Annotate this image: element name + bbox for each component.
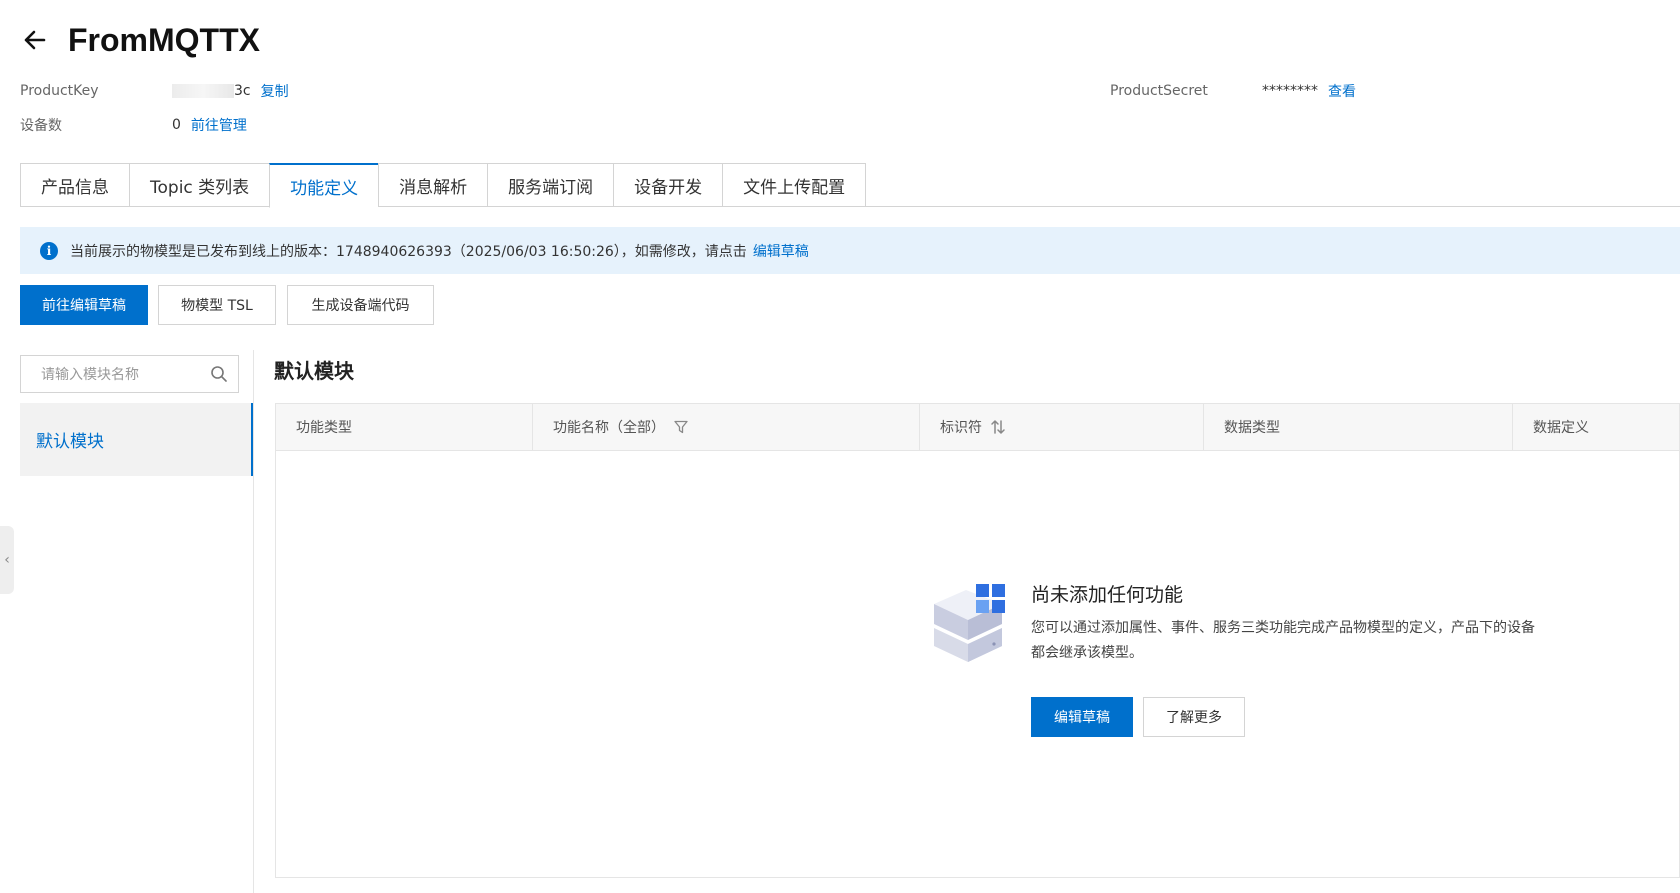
alert-edit-draft-link[interactable]: 编辑草稿: [753, 241, 809, 261]
column-data-type: 数据类型: [1204, 404, 1513, 450]
product-key-suffix: 3c: [234, 83, 251, 99]
column-function-name: 功能名称（全部）: [533, 404, 920, 450]
product-key-masked: [172, 84, 234, 98]
module-search-input[interactable]: [41, 366, 210, 382]
product-secret-label: ProductSecret: [1110, 83, 1208, 99]
column-identifier: 标识符: [920, 404, 1204, 450]
tab-product-info[interactable]: 产品信息: [20, 163, 129, 207]
copy-link[interactable]: 复制: [261, 81, 289, 101]
empty-edit-draft-button[interactable]: 编辑草稿: [1031, 697, 1133, 737]
alert-text: 当前展示的物模型是已发布到线上的版本：1748940626393（2025/06…: [70, 243, 747, 260]
device-count-value: 0: [172, 117, 181, 133]
learn-more-button[interactable]: 了解更多: [1143, 697, 1245, 737]
product-key-row: ProductKey 3c 复制: [20, 81, 289, 101]
product-secret-row: ProductSecret ******** 查看: [1110, 81, 1356, 101]
tab-server-subscription[interactable]: 服务端订阅: [487, 163, 614, 207]
sort-icon[interactable]: [990, 419, 1006, 435]
view-secret-link[interactable]: 查看: [1328, 81, 1356, 101]
tab-message-parsing[interactable]: 消息解析: [378, 163, 488, 207]
search-icon[interactable]: [210, 365, 228, 383]
empty-state-description: 您可以通过添加属性、事件、服务三类功能完成产品物模型的定义，产品下的设备都会继承…: [1031, 620, 1535, 661]
module-search: [20, 355, 239, 393]
tab-function-definition[interactable]: 功能定义: [269, 163, 379, 208]
go-edit-draft-button[interactable]: 前往编辑草稿: [20, 285, 148, 325]
tab-file-upload-config[interactable]: 文件上传配置: [722, 163, 867, 207]
page-title: FromMQTTX: [68, 21, 260, 58]
tab-bar: 产品信息 Topic 类列表 功能定义 消息解析 服务端订阅 设备开发 文件上传…: [20, 163, 1680, 208]
info-icon: i: [40, 241, 58, 260]
sidebar-item-default-module[interactable]: 默认模块: [20, 403, 253, 476]
generate-code-button[interactable]: 生成设备端代码: [287, 285, 434, 325]
product-secret-value: ********: [1262, 83, 1318, 99]
tsl-button[interactable]: 物模型 TSL: [158, 285, 276, 325]
version-alert: i 当前展示的物模型是已发布到线上的版本：1748940626393（2025/…: [20, 227, 1680, 274]
page-header: FromMQTTX: [20, 18, 260, 62]
module-title: 默认模块: [274, 359, 354, 383]
sidebar-divider: [253, 350, 254, 893]
manage-devices-link[interactable]: 前往管理: [191, 115, 247, 135]
table-header: 功能类型 功能名称（全部） 标识符 数据类型 数据定义: [276, 404, 1679, 451]
collapse-chevron-left-icon[interactable]: ‹: [0, 526, 14, 594]
tab-device-development[interactable]: 设备开发: [613, 163, 723, 207]
empty-state-title: 尚未添加任何功能: [1031, 584, 1184, 606]
device-count-row: 设备数 0 前往管理: [20, 115, 247, 135]
device-count-label: 设备数: [20, 118, 62, 134]
empty-state-cube-icon: [934, 584, 1005, 662]
tab-topic-list[interactable]: Topic 类列表: [129, 163, 270, 207]
back-arrow-icon[interactable]: [20, 26, 48, 54]
product-key-label: ProductKey: [20, 83, 99, 99]
column-function-type: 功能类型: [276, 404, 533, 450]
column-data-definition: 数据定义: [1533, 420, 1589, 436]
filter-icon[interactable]: [673, 419, 689, 435]
